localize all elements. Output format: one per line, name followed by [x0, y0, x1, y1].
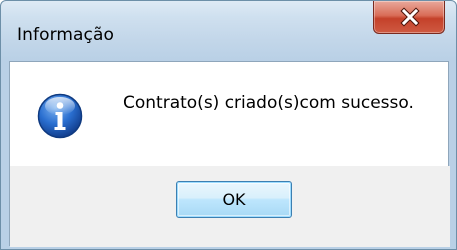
info-icon [37, 93, 83, 139]
dialog-content: Contrato(s) criado(s)com sucesso. OK [9, 61, 450, 247]
ok-button[interactable]: OK [176, 181, 292, 218]
dialog-title: Informação [17, 25, 115, 45]
title-bar[interactable]: Informação [1, 1, 456, 59]
dialog-message: Contrato(s) criado(s)com sucesso. [123, 93, 414, 113]
close-button[interactable] [373, 1, 445, 34]
button-area: OK [10, 166, 450, 247]
dialog-window: Informação Contrato(s) criado(s)com suce… [0, 0, 457, 250]
close-icon [400, 7, 420, 27]
